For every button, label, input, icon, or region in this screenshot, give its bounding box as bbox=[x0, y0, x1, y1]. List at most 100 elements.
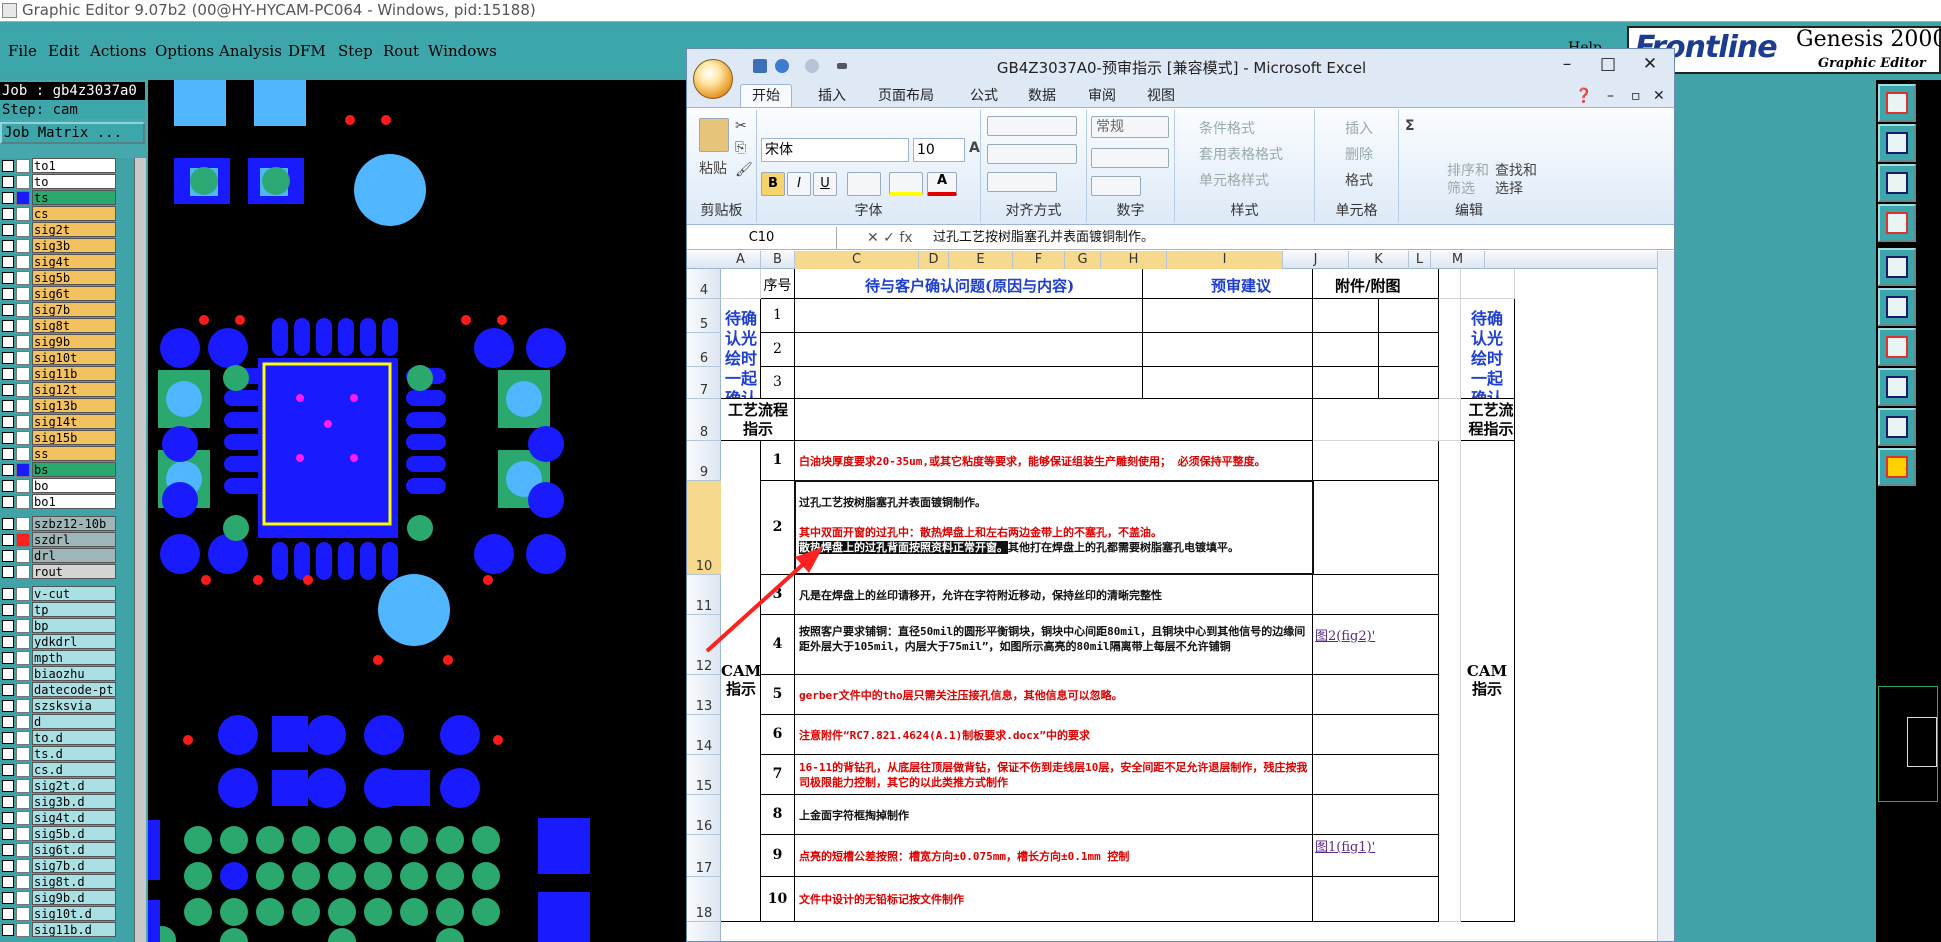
layer-color-box[interactable] bbox=[16, 207, 30, 221]
layer-checkbox[interactable] bbox=[2, 496, 14, 508]
minimize-button[interactable]: – bbox=[1552, 53, 1582, 75]
layer-color-box[interactable] bbox=[16, 811, 30, 825]
item-attach[interactable]: 图2(fig2)' bbox=[1313, 615, 1439, 675]
row-header[interactable]: 4 bbox=[687, 269, 721, 299]
layer-item[interactable]: sig8t.d bbox=[0, 874, 116, 889]
layer-name[interactable]: d bbox=[32, 714, 116, 729]
layer-item[interactable]: drl bbox=[0, 548, 116, 563]
layer-color-box[interactable] bbox=[16, 495, 30, 509]
insert-cells-button[interactable]: 插入 bbox=[1345, 118, 1373, 138]
layer-color-box[interactable] bbox=[16, 191, 30, 205]
save-icon[interactable] bbox=[753, 59, 767, 73]
layer-name[interactable]: sig13b bbox=[32, 398, 116, 413]
layer-checkbox[interactable] bbox=[2, 224, 14, 236]
layer-checkbox[interactable] bbox=[2, 668, 14, 680]
layer-checkbox[interactable] bbox=[2, 828, 14, 840]
tab-insert[interactable]: 插入 bbox=[818, 85, 846, 107]
conditional-format-button[interactable]: 条件格式 bbox=[1199, 118, 1255, 138]
layer-checkbox[interactable] bbox=[2, 368, 14, 380]
layer-item[interactable]: sig11b.d bbox=[0, 922, 116, 937]
zoom-icon[interactable] bbox=[1878, 408, 1916, 446]
layer-item[interactable]: sig9b bbox=[0, 334, 116, 349]
layer-item[interactable]: bo1 bbox=[0, 494, 116, 509]
layer-name[interactable]: cs.d bbox=[32, 762, 116, 777]
layer-item[interactable]: biaozhu bbox=[0, 666, 116, 681]
layer-name[interactable]: datecode-pt bbox=[32, 682, 116, 697]
layer-color-box[interactable] bbox=[16, 335, 30, 349]
layer-name[interactable]: sig12t bbox=[32, 382, 116, 397]
border-icon[interactable] bbox=[847, 172, 881, 196]
layer-name[interactable]: v-cut bbox=[32, 586, 116, 601]
process-attach[interactable] bbox=[1313, 399, 1439, 441]
ribbon-minimize-button[interactable]: – bbox=[1607, 85, 1614, 107]
layer-item[interactable]: sig14t bbox=[0, 414, 116, 429]
tab-data[interactable]: 数据 bbox=[1028, 85, 1056, 107]
layer-checkbox[interactable] bbox=[2, 464, 14, 476]
layer-name[interactable]: sig4t bbox=[32, 254, 116, 269]
name-box[interactable]: C10 bbox=[687, 227, 837, 249]
layer-name[interactable]: rout bbox=[32, 564, 116, 579]
office-button[interactable] bbox=[693, 59, 733, 99]
layer-checkbox[interactable] bbox=[2, 636, 14, 648]
confirm-seq[interactable]: 3 bbox=[761, 367, 795, 399]
item-seq[interactable]: 7 bbox=[761, 755, 795, 795]
layer-color-box[interactable] bbox=[16, 843, 30, 857]
confirm-suggest[interactable] bbox=[1143, 299, 1313, 333]
layer-checkbox[interactable] bbox=[2, 908, 14, 920]
font-size-select[interactable]: 10 bbox=[913, 138, 965, 162]
table-format-button[interactable]: 套用表格格式 bbox=[1199, 144, 1283, 164]
menu-step[interactable]: Step bbox=[338, 42, 373, 60]
ribbon-restore-button[interactable]: ▫ bbox=[1631, 85, 1641, 107]
layer-checkbox[interactable] bbox=[2, 684, 14, 696]
confirm-attach[interactable] bbox=[1313, 299, 1379, 333]
layer-item[interactable]: bo bbox=[0, 478, 116, 493]
layer-item[interactable]: bp bbox=[0, 618, 116, 633]
layer-checkbox[interactable] bbox=[2, 716, 14, 728]
layer-item[interactable]: v-cut bbox=[0, 586, 116, 601]
layer-color-box[interactable] bbox=[16, 907, 30, 921]
layer-color-box[interactable] bbox=[16, 159, 30, 173]
layer-item[interactable]: rout bbox=[0, 564, 116, 579]
layer-color-box[interactable] bbox=[16, 319, 30, 333]
layer-name[interactable]: ss bbox=[32, 446, 116, 461]
cell-a4[interactable] bbox=[721, 269, 761, 299]
highlight-icon[interactable] bbox=[1878, 248, 1916, 286]
layer-checkbox[interactable] bbox=[2, 272, 14, 284]
layer-name[interactable]: sig6t.d bbox=[32, 842, 116, 857]
confirm-issue[interactable] bbox=[795, 333, 1143, 367]
confirm-attach-k[interactable] bbox=[1379, 367, 1439, 399]
redo-icon[interactable] bbox=[805, 59, 819, 73]
column-header[interactable]: J bbox=[1283, 251, 1349, 269]
layer-name[interactable]: sig9b.d bbox=[32, 890, 116, 905]
layer-item[interactable]: datecode-pt bbox=[0, 682, 116, 697]
layer-item[interactable]: to bbox=[0, 174, 116, 189]
layer-item[interactable]: sig7b bbox=[0, 302, 116, 317]
route-icon[interactable] bbox=[1878, 328, 1916, 366]
layer-color-box[interactable] bbox=[16, 763, 30, 777]
menu-dfm[interactable]: DFM bbox=[288, 42, 326, 60]
confirm-seq[interactable]: 1 bbox=[761, 299, 795, 333]
bold-button[interactable]: B bbox=[761, 172, 785, 196]
layer-color-box[interactable] bbox=[16, 287, 30, 301]
layer-item[interactable]: sig7b.d bbox=[0, 858, 116, 873]
layer-item[interactable]: sig4t bbox=[0, 254, 116, 269]
layer-checkbox[interactable] bbox=[2, 400, 14, 412]
feature-select-icon[interactable] bbox=[1878, 288, 1916, 326]
item-attach[interactable] bbox=[1313, 481, 1439, 575]
layer-name[interactable]: sig4t.d bbox=[32, 810, 116, 825]
tab-review[interactable]: 审阅 bbox=[1088, 85, 1116, 107]
formula-content[interactable]: 过孔工艺按树脂塞孔并表面镀铜制作。 bbox=[933, 227, 1154, 249]
item-attach[interactable] bbox=[1313, 755, 1439, 795]
layer-checkbox[interactable] bbox=[2, 480, 14, 492]
column-header[interactable]: L bbox=[1409, 251, 1431, 269]
layer-item[interactable]: ts bbox=[0, 190, 116, 205]
layer-color-box[interactable] bbox=[16, 565, 30, 579]
item-seq[interactable]: 9 bbox=[761, 835, 795, 877]
layer-color-box[interactable] bbox=[16, 667, 30, 681]
help-icon[interactable]: ❓ bbox=[1575, 85, 1592, 107]
layer-color-box[interactable] bbox=[16, 517, 30, 531]
confirm-issue[interactable] bbox=[795, 367, 1143, 399]
layer-item[interactable]: sig3b.d bbox=[0, 794, 116, 809]
layer-item[interactable]: sig6t.d bbox=[0, 842, 116, 857]
layer-name[interactable]: sig2t bbox=[32, 222, 116, 237]
